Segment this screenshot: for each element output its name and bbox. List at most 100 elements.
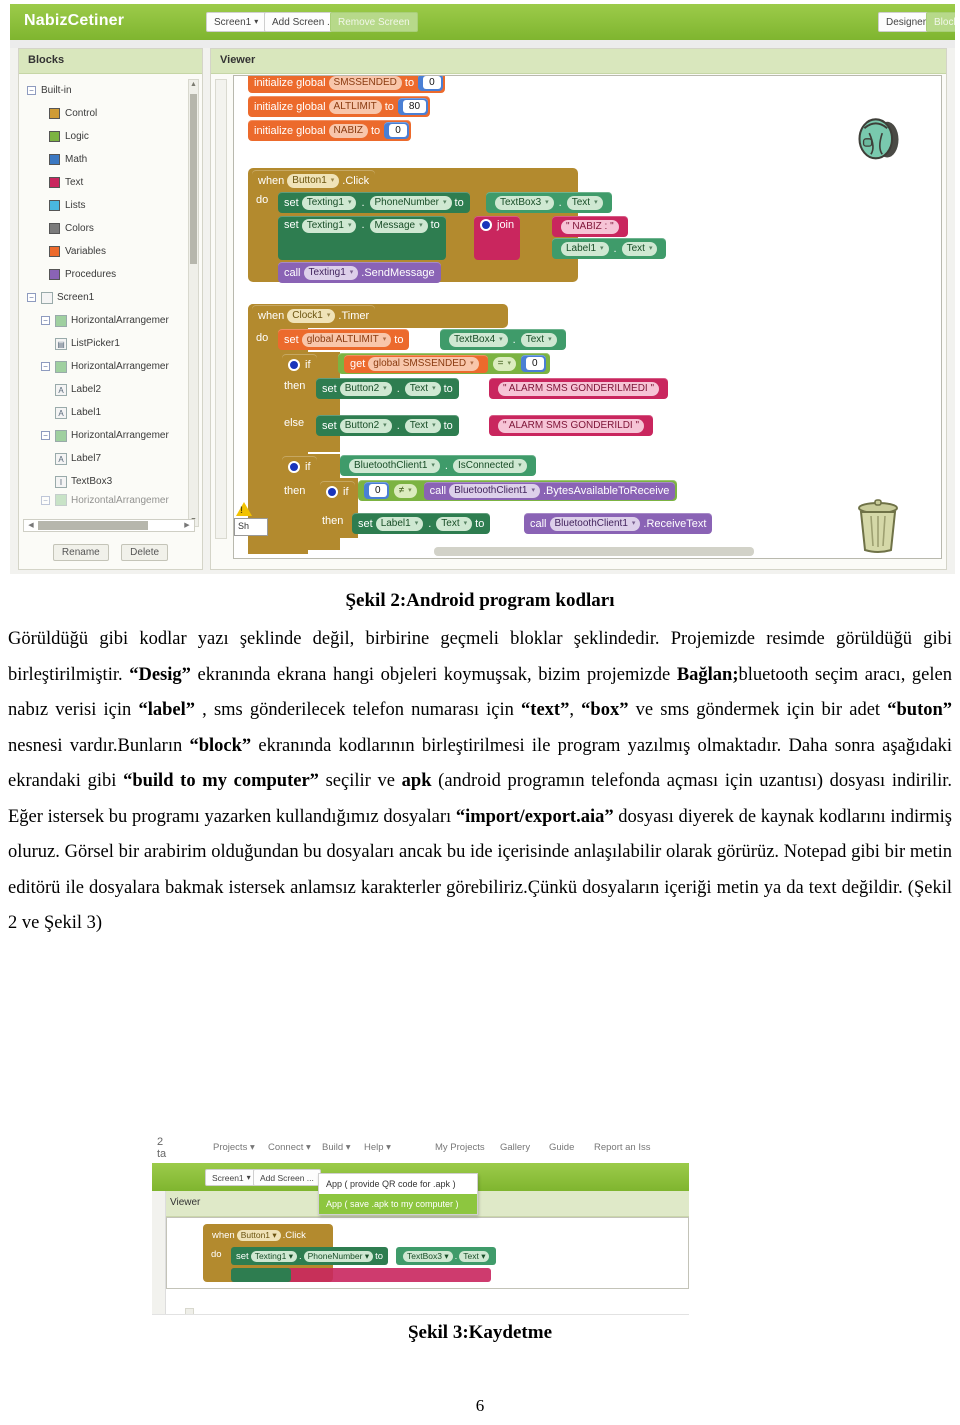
block-textbox3-text[interactable]: TextBox3 ▾ . Text ▾ [486, 192, 612, 213]
block-component-dropdown[interactable]: Texting1 ▾ [303, 265, 359, 280]
block-property-dropdown[interactable]: Text ▾ [404, 381, 441, 396]
canvas-left-scrollbar[interactable] [215, 79, 227, 539]
tree-item-label2[interactable]: A Label2 [19, 378, 202, 401]
scroll-right-icon[interactable]: ▶ [181, 521, 193, 530]
menu-item-help[interactable]: Help ▾ [364, 1142, 391, 1153]
figure3-screen-select-button[interactable]: Screen1 ▾ [205, 1169, 258, 1186]
backpack-icon[interactable] [853, 112, 905, 164]
block-property-dropdown[interactable]: Text ▾ [621, 241, 658, 256]
block-component-dropdown[interactable]: Button1 ▾ [236, 1229, 281, 1241]
block-set-label1-text[interactable]: set Label1 ▾ . Text ▾ to [352, 513, 491, 534]
blocks-canvas[interactable]: initialize global SMSSENDED to 0 initial… [233, 75, 942, 559]
menu-item-projects[interactable]: Projects ▾ [213, 1142, 255, 1153]
block-component-dropdown[interactable]: BluetoothClient1 ▾ [449, 483, 540, 498]
block-set-global-altlimit[interactable]: set global ALTLIMIT ▾ to [278, 329, 410, 350]
block-operator-dropdown[interactable]: ≠ ▾ [393, 483, 417, 498]
block-component-dropdown[interactable]: Button2 ▾ [339, 381, 392, 396]
collapse-icon[interactable]: − [41, 495, 50, 505]
screen-select-button[interactable]: Screen1 ▾ [206, 12, 267, 32]
tree-item-procedures[interactable]: Procedures [19, 263, 202, 286]
block-bytes-comparison[interactable]: 0 ≠ ▾ call BluetoothClient1 ▾ .BytesAvaila… [358, 480, 678, 501]
block-variable-name[interactable]: SMSSENDED [328, 76, 402, 90]
block-set-button2-text-a[interactable]: set Button2 ▾ . Text ▾ to [316, 378, 459, 399]
block-global-dropdown[interactable]: global ALTLIMIT ▾ [301, 332, 392, 347]
tree-item-colors[interactable]: Colors [19, 217, 202, 240]
mutator-gear-icon[interactable] [326, 485, 338, 498]
figure3-block-textbox3-text[interactable]: TextBox3 ▾ . Text ▾ [396, 1247, 497, 1265]
block-number-value[interactable]: 0 [423, 76, 441, 89]
tree-node-harrangement-3[interactable]: − HorizontalArrangemer [19, 424, 202, 447]
tree-node-screen1[interactable]: − Screen1 [19, 286, 202, 309]
block-component-dropdown[interactable]: Label1 ▾ [375, 516, 424, 531]
tree-node-builtin[interactable]: − Built-in [19, 79, 202, 102]
trash-icon[interactable] [853, 498, 903, 554]
figure3-blocks-canvas[interactable]: when Button1 ▾ .Click do set Texting1 ▾ … [166, 1217, 689, 1314]
build-option-save-apk[interactable]: App ( save .apk to my computer ) [319, 1194, 477, 1214]
block-initialize-smssended[interactable]: initialize global SMSSENDED to 0 [248, 76, 445, 93]
block-component-dropdown[interactable]: TextBox4 ▾ [449, 332, 508, 347]
tree-node-harrangement-2[interactable]: − HorizontalArrangemer [19, 355, 202, 378]
scrollbar-thumb[interactable] [190, 94, 197, 264]
menu-item-report-an-issue[interactable]: Report an Iss [594, 1142, 651, 1153]
scroll-up-icon[interactable]: ▲ [190, 81, 197, 89]
block-component-dropdown[interactable]: Button1 ▾ [287, 173, 340, 188]
block-bluetoothclient1-isconnected[interactable]: BluetoothClient1 ▾ . IsConnected ▾ [340, 455, 536, 476]
block-number-value[interactable]: 80 [402, 100, 427, 113]
block-global-dropdown[interactable]: global SMSSENDED ▾ [368, 356, 479, 371]
block-property-dropdown[interactable]: PhoneNumber ▾ [303, 1250, 374, 1262]
tree-item-text[interactable]: Text [19, 171, 202, 194]
tree-item-lists[interactable]: Lists [19, 194, 202, 217]
block-text-literal-gonderildi[interactable]: " ALARM SMS GONDERILDI " [489, 415, 654, 436]
block-component-dropdown[interactable]: TextBox3 ▾ [495, 195, 554, 210]
block-text-literal-gonderilmedi[interactable]: " ALARM SMS GONDERILMEDI " [489, 378, 669, 399]
menu-item-guide[interactable]: Guide [549, 1142, 574, 1153]
block-initialize-nabiz[interactable]: initialize global NABIZ to 0 [248, 120, 411, 141]
block-operator-dropdown[interactable]: = ▾ [492, 356, 516, 371]
scrollbar-thumb[interactable] [38, 521, 148, 530]
block-property-dropdown[interactable]: Text ▾ [459, 1250, 490, 1262]
menu-item-connect[interactable]: Connect ▾ [268, 1142, 311, 1153]
block-property-dropdown[interactable]: IsConnected ▾ [452, 458, 527, 473]
block-set-button2-text-b[interactable]: set Button2 ▾ . Text ▾ to [316, 415, 459, 436]
delete-button[interactable]: Delete [121, 544, 169, 561]
block-property-dropdown[interactable]: Text ▾ [436, 516, 473, 531]
block-text-value[interactable]: " NABIZ : " [561, 219, 619, 234]
block-number-value[interactable]: 0 [525, 357, 544, 370]
tree-node-harrangement-4[interactable]: − HorizontalArrangemer [19, 493, 202, 507]
collapse-icon[interactable]: − [41, 431, 50, 440]
tree-item-variables[interactable]: Variables [19, 240, 202, 263]
block-initialize-altlimit[interactable]: initialize global ALTLIMIT to 80 [248, 96, 431, 117]
block-label1-text[interactable]: Label1 ▾ . Text ▾ [552, 238, 667, 259]
block-property-dropdown[interactable]: Message ▾ [369, 219, 428, 233]
figure3-scrollbar[interactable] [185, 1308, 194, 1314]
build-dropdown-menu[interactable]: App ( provide QR code for .apk ) App ( s… [318, 1173, 478, 1215]
tree-item-math[interactable]: Math [19, 148, 202, 171]
block-text-literal-nabiz[interactable]: " NABIZ : " [552, 216, 628, 237]
block-set-texting1-message[interactable]: set Texting1 ▾ . Message ▾ to [278, 216, 446, 260]
show-warnings-button[interactable]: Sh [234, 518, 268, 536]
figure3-block-partial-2[interactable] [231, 1268, 291, 1282]
block-variable-name[interactable]: ALTLIMIT [328, 99, 382, 114]
palette-vertical-scrollbar[interactable]: ▲ ▼ [188, 79, 199, 527]
block-component-dropdown[interactable]: Texting1 ▾ [250, 1250, 297, 1262]
block-comparison[interactable]: get global SMSSENDED ▾ = ▾ 0 [338, 353, 550, 374]
menu-item-build[interactable]: Build ▾ [322, 1142, 351, 1153]
block-join[interactable]: join [474, 216, 521, 260]
rename-button[interactable]: Rename [52, 544, 109, 561]
collapse-icon[interactable]: − [41, 316, 50, 325]
block-text-value[interactable]: " ALARM SMS GONDERILMEDI " [498, 381, 660, 396]
tree-node-harrangement-1[interactable]: − HorizontalArrangemer [19, 309, 202, 332]
block-component-dropdown[interactable]: Clock1 ▾ [287, 308, 336, 323]
block-property-dropdown[interactable]: PhoneNumber ▾ [369, 195, 452, 210]
mutator-gear-icon[interactable] [480, 219, 492, 231]
warnings-indicator[interactable]: ! Sh [234, 500, 276, 544]
tree-item-label1[interactable]: A Label1 [19, 401, 202, 424]
block-component-dropdown[interactable]: BluetoothClient1 ▾ [349, 458, 440, 473]
collapse-icon[interactable]: − [41, 362, 50, 371]
blocks-tab-button[interactable]: Blocks [926, 12, 955, 32]
canvas-horizontal-scrollbar[interactable] [434, 547, 754, 556]
figure3-block-set-phonenumber[interactable]: set Texting1 ▾ . PhoneNumber ▾ to [231, 1247, 389, 1265]
block-property-dropdown[interactable]: Text ▾ [520, 332, 557, 347]
block-set-texting1-phonenumber[interactable]: set Texting1 ▾ . PhoneNumber ▾ to [278, 192, 470, 213]
block-get-global-smssended[interactable]: get global SMSSENDED ▾ [344, 354, 488, 373]
